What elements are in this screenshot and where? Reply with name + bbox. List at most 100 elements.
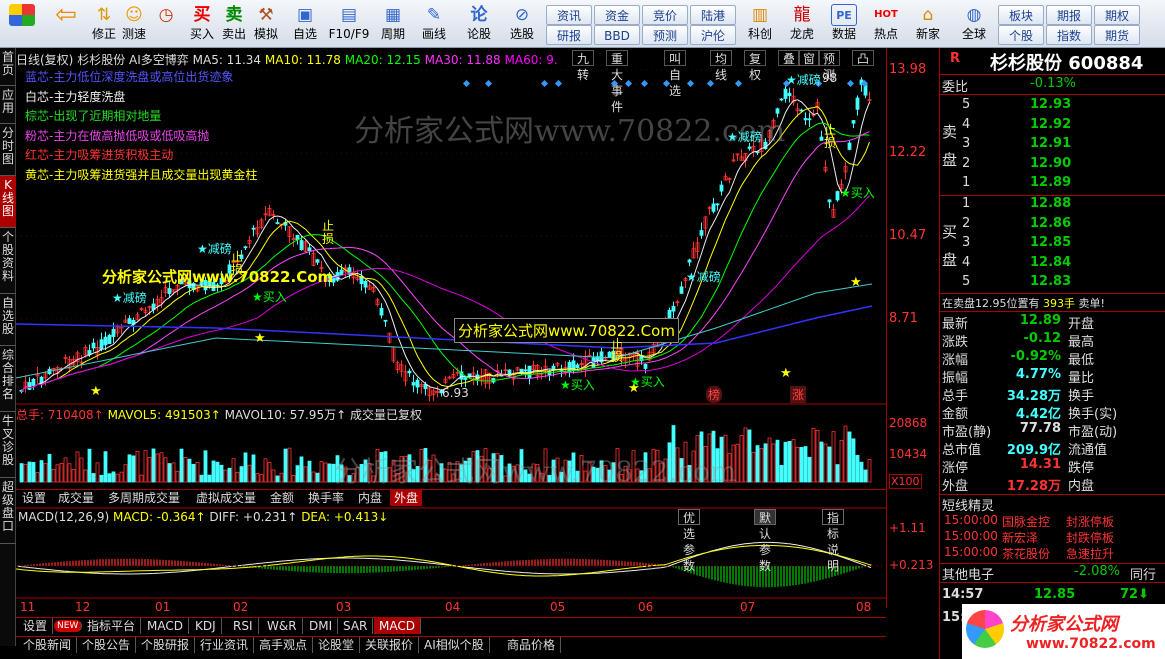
period-button[interactable]: ▦ 周期	[376, 2, 410, 46]
sidebar-tab-diagnosis[interactable]: 牛叉诊股	[0, 412, 16, 478]
vol-tab-settings[interactable]: 设置	[18, 490, 50, 506]
nine-turn-tab[interactable]: 九转	[572, 50, 595, 82]
news-tab[interactable]: 高手观点	[254, 637, 314, 653]
event-marker[interactable]	[640, 79, 649, 88]
industry-peers[interactable]: 同行	[1130, 564, 1156, 583]
clock-button[interactable]: ◷	[150, 2, 182, 46]
event-marker[interactable]	[462, 79, 471, 88]
sprite-stock[interactable]: 新宏泽	[1002, 529, 1038, 546]
quarterly-mini-button[interactable]: 期报	[1046, 5, 1092, 25]
news-tab[interactable]: 个股公告	[77, 637, 137, 653]
home-button[interactable]	[4, 2, 40, 46]
news-tab[interactable]: 行业资讯	[195, 637, 255, 653]
news-mini-button[interactable]: 资讯	[546, 5, 592, 25]
indicator-tab-wr[interactable]: W&R	[262, 618, 303, 634]
news-tab[interactable]: 个股新闻	[18, 637, 78, 653]
sidebar-tab-apps[interactable]: 应用	[0, 86, 16, 124]
news-tab[interactable]: 商品价格	[502, 637, 562, 653]
ask-price-5[interactable]: 12.93	[1030, 97, 1071, 112]
event-marker[interactable]	[540, 79, 549, 88]
news-tab[interactable]: 关联报价	[360, 637, 420, 653]
vol-scale-label[interactable]: X100	[889, 474, 922, 489]
optimal-params-tab[interactable]: 优选参数	[678, 509, 701, 573]
forum-button[interactable]: 论论股	[462, 2, 496, 46]
vol-tab-virtual[interactable]: 虚拟成交量	[192, 490, 260, 506]
indicator-tab-sar[interactable]: SAR	[338, 618, 374, 634]
back-button[interactable]: ⇦	[46, 2, 86, 46]
vol-tab-amount[interactable]: 金额	[266, 490, 298, 506]
buy-button[interactable]: 买买入	[186, 2, 218, 46]
industry-name[interactable]: 其他电子	[942, 564, 994, 583]
hk-connect-mini-button[interactable]: 陆港	[690, 5, 736, 25]
sidebar-tab-intraday[interactable]: 分时图	[0, 124, 16, 176]
sidebar-tab-ranking[interactable]: 综合排名	[0, 346, 16, 412]
fund-mini-button[interactable]: 资金	[594, 5, 640, 25]
simulate-button[interactable]: ⚒ 模拟	[250, 2, 282, 46]
dragon-list-badge[interactable]: 榜	[706, 386, 723, 403]
indicator-tab-rsi[interactable]: RSI	[228, 618, 259, 634]
new-home-button[interactable]: ⌂ 新家	[910, 2, 946, 46]
vol-tab-volume[interactable]: 成交量	[54, 490, 98, 506]
event-marker[interactable]	[734, 79, 743, 88]
stock-picker-button[interactable]: ⊘ 选股	[502, 2, 542, 46]
sell-button[interactable]: 卖卖出	[218, 2, 250, 46]
draw-line-button[interactable]: ✎ 画线	[416, 2, 452, 46]
global-button[interactable]: ◍ 全球	[954, 2, 994, 46]
sidebar-tab-home[interactable]: 首页	[0, 48, 16, 86]
vol-tab-outer[interactable]: 外盘	[390, 490, 423, 506]
major-events-tab[interactable]: 重大事件	[606, 50, 629, 114]
sidebar-tab-profile[interactable]: 个股资料	[0, 228, 16, 294]
ask-price-1[interactable]: 12.89	[1030, 175, 1071, 190]
bbd-mini-button[interactable]: BBD	[594, 25, 640, 45]
indicator-help-tab[interactable]: 指标说明	[822, 509, 845, 573]
indicator-tab-settings[interactable]: 设置	[18, 618, 54, 634]
shanghai-london-mini-button[interactable]: 沪伦	[690, 25, 736, 45]
vol-tab-multi[interactable]: 多周期成交量	[104, 490, 184, 506]
speed-test-button[interactable]: ☺ 测速	[118, 2, 150, 46]
kline-chart-panel[interactable]: ★ ★ ★ ★ ★ 日线(复权) 杉杉股份 AI多空博弈 MA5: 11.34 MA10…	[16, 48, 886, 648]
tool-tab[interactable]: 凸	[852, 50, 875, 66]
bid-price-4[interactable]: 12.84	[1030, 255, 1071, 270]
sidebar-tab-kline[interactable]: K线图	[0, 176, 16, 228]
sidebar-tab-level2[interactable]: 超级盘口	[0, 478, 16, 544]
event-marker[interactable]	[686, 79, 695, 88]
ma-tab[interactable]: 均线	[710, 50, 733, 82]
data-button[interactable]: PE 数据	[826, 2, 862, 46]
event-marker[interactable]	[706, 79, 715, 88]
ask-price-2[interactable]: 12.90	[1030, 156, 1071, 171]
options-mini-button[interactable]: 期权	[1094, 5, 1140, 25]
research-mini-button[interactable]: 研报	[546, 25, 592, 45]
bid-price-5[interactable]: 12.83	[1030, 274, 1071, 289]
correct-button[interactable]: ⇅ 修正	[88, 2, 120, 46]
auction-mini-button[interactable]: 竞价	[642, 5, 688, 25]
dragon-tiger-button[interactable]: 龍龙虎	[784, 2, 820, 46]
event-marker[interactable]	[554, 79, 563, 88]
indicator-tab-platform[interactable]: 指标平台	[82, 618, 142, 634]
news-tab[interactable]: 论股堂	[313, 637, 361, 653]
ask-price-3[interactable]: 12.91	[1030, 136, 1071, 151]
bid-price-2[interactable]: 12.86	[1030, 216, 1071, 231]
bid-price-1[interactable]: 12.88	[1030, 196, 1071, 211]
short-sprite-title[interactable]: 短线精灵	[942, 495, 994, 514]
overlay-tab[interactable]: 叠	[778, 50, 801, 66]
bid-price-3[interactable]: 12.85	[1030, 235, 1071, 250]
vol-tab-inner[interactable]: 内盘	[354, 490, 386, 506]
forecast-mini-button[interactable]: 预测	[642, 25, 688, 45]
indicator-tab-kdj[interactable]: KDJ	[190, 618, 222, 634]
default-params-tab[interactable]: 默认参数	[754, 509, 777, 573]
star-market-button[interactable]: ▥ 科创	[742, 2, 778, 46]
event-marker[interactable]	[846, 79, 855, 88]
sprite-stock[interactable]: 国脉金控	[1002, 513, 1050, 530]
window-tab[interactable]: 窗	[798, 50, 821, 66]
news-tab[interactable]: 个股研报	[136, 637, 196, 653]
forecast-tab[interactable]: 预测	[818, 50, 841, 82]
index-mini-button[interactable]: 指数	[1046, 25, 1092, 45]
add-watch-tab[interactable]: 叫自选	[664, 50, 687, 98]
sector-mini-button[interactable]: 板块	[998, 5, 1044, 25]
back-code-icon[interactable]: R	[950, 51, 960, 66]
limit-up-badge[interactable]: 涨	[790, 386, 807, 403]
event-marker[interactable]	[624, 79, 633, 88]
f10-button[interactable]: ▤ F10/F9	[326, 2, 372, 46]
sidebar-tab-watchlist[interactable]: 自选股	[0, 294, 16, 346]
indicator-tab-macd-active[interactable]: MACD	[374, 618, 421, 634]
